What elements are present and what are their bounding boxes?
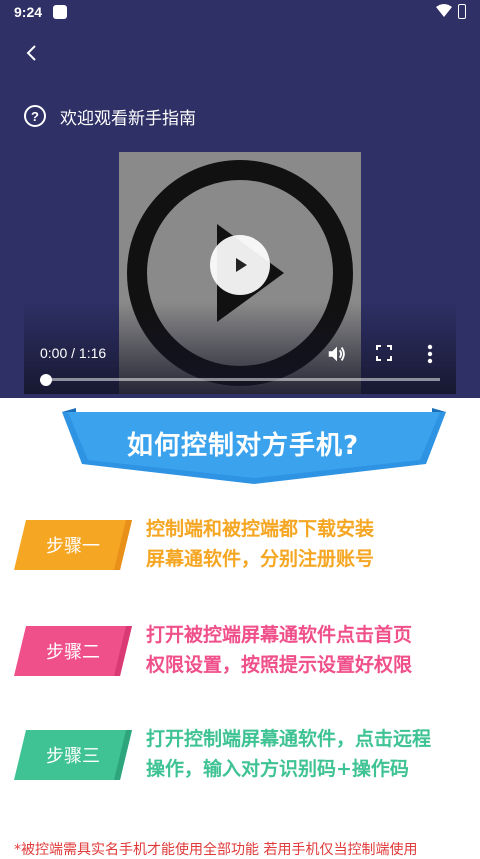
help-icon: ? (24, 105, 46, 127)
progress-track[interactable] (42, 378, 440, 381)
chevron-left-icon (26, 45, 36, 61)
step-two-line2: 权限设置，按照提示设置好权限 (146, 654, 413, 676)
step-one-line2: 屏幕通软件，分别注册账号 (146, 548, 375, 570)
step-one-description: 控制端和被控端都下载安装 屏幕通软件，分别注册账号 (146, 514, 374, 574)
step-two-description: 打开被控端屏幕通软件点击首页 权限设置，按照提示设置好权限 (146, 620, 412, 680)
step-three-label: 步骤三 (46, 746, 100, 767)
battery-icon (458, 4, 466, 19)
step-three-description: 打开控制端屏幕通软件，点击远程 操作，输入对方识别码+操作码 (146, 724, 431, 784)
step-two-line1: 打开被控端屏幕通软件点击首页 (146, 624, 413, 646)
status-bar: 9:24 (0, 0, 480, 24)
step-two-label: 步骤二 (46, 642, 100, 663)
step-three-line1: 打开控制端屏幕通软件，点击远程 (146, 728, 432, 750)
step-one-label: 步骤一 (46, 536, 100, 557)
play-icon (236, 258, 247, 272)
video-guide-header: 9:24 ? 欢迎观看新手指南 0:00 / 1:16 (0, 0, 480, 398)
notification-icon (53, 5, 67, 19)
play-button[interactable] (210, 235, 270, 295)
footnote: *被控端需具实名手机才能使用全部功能 若用手机仅当控制端使用 (14, 842, 418, 858)
video-time: 0:00 / 1:16 (40, 345, 107, 361)
progress-knob[interactable] (40, 374, 52, 386)
fullscreen-icon[interactable] (376, 345, 392, 361)
step-one-line1: 控制端和被控端都下载安装 (146, 518, 375, 540)
more-options-icon[interactable] (426, 343, 434, 365)
volume-icon[interactable] (326, 343, 348, 365)
video-player[interactable]: 0:00 / 1:16 (24, 152, 456, 394)
step-three-line2: 操作，输入对方识别码+操作码 (146, 758, 409, 780)
status-time: 9:24 (14, 4, 43, 20)
guide-title: 欢迎观看新手指南 (60, 108, 196, 129)
back-button[interactable] (20, 41, 44, 65)
guide-title-row: ? 欢迎观看新手指南 (24, 104, 196, 129)
wifi-icon (436, 4, 452, 17)
banner-title: 如何控制对方手机? (126, 430, 360, 461)
